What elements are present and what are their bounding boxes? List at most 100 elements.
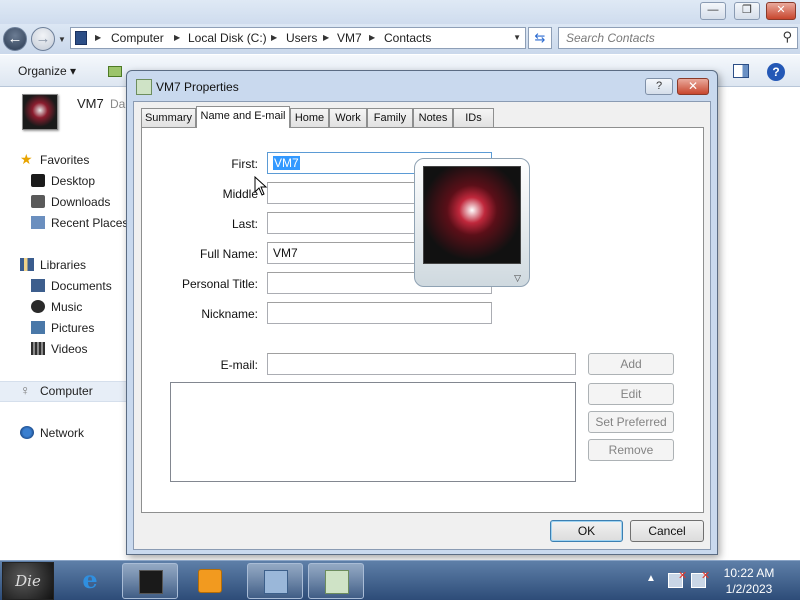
taskbar-internet-explorer[interactable]: e [62, 563, 118, 599]
nav-libraries-label: Libraries [40, 258, 87, 272]
minimize-button[interactable]: — [700, 2, 726, 20]
breadcrumb-users[interactable]: Users [286, 28, 317, 48]
search-icon[interactable]: ⚲ [782, 29, 792, 45]
network-icon [20, 426, 34, 439]
personal-title-label: Personal Title: [181, 277, 258, 291]
contact-picture [423, 166, 521, 264]
nav-favorites-label: Favorites [40, 153, 90, 167]
address-dropdown-icon[interactable]: ▼ [513, 28, 521, 48]
explorer-close-button[interactable]: ✕ [766, 2, 796, 20]
email-list[interactable] [170, 382, 576, 482]
chevron-down-icon[interactable]: ▽ [514, 273, 521, 284]
internet-explorer-icon: e [82, 565, 98, 594]
forward-button[interactable]: → [31, 27, 55, 51]
help-icon[interactable]: ? [767, 63, 785, 81]
contact-picture-button[interactable]: ▽ [414, 158, 530, 287]
documents-icon [31, 279, 45, 292]
nav-computer-label: Computer [40, 384, 93, 398]
nav-desktop-label: Desktop [51, 174, 96, 188]
email-label: E-mail: [220, 358, 258, 372]
taskbar-network-app[interactable] [247, 563, 303, 599]
tab-notes[interactable]: Notes [413, 108, 453, 127]
navigation-pane: ★ Favorites Desktop Downloads Recent Pla… [0, 140, 128, 560]
breadcrumb-separator-icon[interactable]: ▶ [95, 28, 101, 48]
explorer-titlebar: — ❐ ✕ [0, 0, 800, 24]
cancel-button[interactable]: Cancel [630, 520, 704, 542]
clock-time: 10:22 AM [723, 566, 775, 580]
taskbar-contact-properties[interactable] [308, 563, 364, 599]
network-computer-icon [264, 570, 288, 594]
breadcrumb-vm7[interactable]: VM7 [337, 28, 362, 48]
recent-places-icon [31, 216, 45, 229]
nav-videos-label: Videos [51, 342, 88, 356]
computer-icon: ♀ [20, 382, 31, 398]
address-bar[interactable]: ▶ Computer ▶ Local Disk (C:) ▶ Users ▶ V… [70, 27, 526, 49]
taskbar: Die e ▲ ✕ ✕ 10:22 AM 1/2/2023 [0, 560, 800, 600]
search-input[interactable]: Search Contacts ⚲ [558, 27, 798, 49]
desktop-icon [31, 174, 45, 187]
set-preferred-button[interactable]: Set Preferred [588, 411, 674, 433]
nickname-label: Nickname: [201, 307, 258, 321]
email-field[interactable] [267, 353, 576, 375]
nav-recent-places-label: Recent Places [51, 216, 129, 230]
tab-name-and-email[interactable]: Name and E-mail [196, 106, 290, 128]
remove-email-button[interactable]: Remove [588, 439, 674, 461]
breadcrumb-computer[interactable]: Computer [111, 28, 164, 48]
nav-network-label: Network [40, 426, 85, 440]
show-hidden-icons-icon[interactable]: ▲ [646, 573, 656, 584]
contact-thumbnail [22, 94, 58, 130]
preview-pane-icon[interactable] [733, 64, 749, 78]
star-icon: ★ [20, 151, 33, 167]
tab-ids[interactable]: IDs [453, 108, 494, 127]
dialog-title: VM7 Properties [156, 80, 239, 94]
network-error-icon: ✕ [678, 570, 688, 582]
breadcrumb-separator-icon[interactable]: ▶ [369, 28, 375, 48]
back-button[interactable]: ← [3, 27, 27, 51]
tab-work[interactable]: Work [329, 108, 367, 127]
full-name-label: Full Name: [199, 247, 258, 261]
nav-music-label: Music [51, 300, 83, 314]
mouse-cursor-icon [254, 176, 268, 196]
nav-pictures-label: Pictures [51, 321, 95, 335]
add-email-button[interactable]: Add [588, 353, 674, 375]
tab-family[interactable]: Family [367, 108, 413, 127]
breadcrumb-contacts[interactable]: Contacts [384, 28, 431, 48]
search-placeholder: Search Contacts [566, 31, 655, 45]
libraries-icon [20, 258, 34, 271]
dialog-close-button[interactable]: ✕ [677, 78, 709, 95]
history-dropdown-icon[interactable]: ▼ [58, 35, 66, 44]
tab-summary[interactable]: Summary [141, 108, 196, 127]
contact-subtitle: Da [110, 97, 126, 111]
folder-icon [139, 570, 163, 594]
breadcrumb-separator-icon[interactable]: ▶ [174, 28, 180, 48]
last-name-label: Last: [231, 217, 258, 231]
ok-button[interactable]: OK [550, 520, 623, 542]
pictures-icon [31, 321, 45, 334]
dialog-help-button[interactable]: ? [645, 78, 673, 95]
volume-muted-icon: ✕ [701, 570, 711, 582]
business-card-icon[interactable] [108, 66, 122, 77]
contact-name: VM7 [77, 96, 104, 111]
downloads-icon [31, 195, 45, 208]
breadcrumb-local-disk[interactable]: Local Disk (C:) [188, 28, 267, 48]
media-player-icon [198, 569, 222, 593]
contact-properties-dialog: VM7 Properties ? ✕ Summary Name and E-ma… [126, 70, 718, 555]
tab-home[interactable]: Home [290, 108, 329, 127]
breadcrumb-separator-icon[interactable]: ▶ [323, 28, 329, 48]
restore-button[interactable]: ❐ [734, 2, 760, 20]
middle-name-label: Middle [222, 187, 258, 201]
edit-email-button[interactable]: Edit [588, 383, 674, 405]
taskbar-windows-explorer[interactable] [122, 563, 178, 599]
nickname-field[interactable] [267, 302, 492, 324]
start-button[interactable]: Die [2, 562, 54, 600]
breadcrumb-separator-icon[interactable]: ▶ [271, 28, 277, 48]
contact-icon [325, 570, 349, 594]
taskbar-media-player[interactable] [182, 563, 238, 599]
organize-button[interactable]: Organize ▾ [18, 64, 76, 78]
system-clock[interactable]: 10:22 AM 1/2/2023 [716, 565, 782, 597]
refresh-button[interactable]: ⇆ [528, 27, 552, 49]
first-name-label: First: [231, 157, 258, 171]
computer-icon [75, 31, 87, 45]
dialog-body: Summary Name and E-mail Home Work Family… [133, 101, 711, 550]
contact-icon [136, 79, 152, 95]
